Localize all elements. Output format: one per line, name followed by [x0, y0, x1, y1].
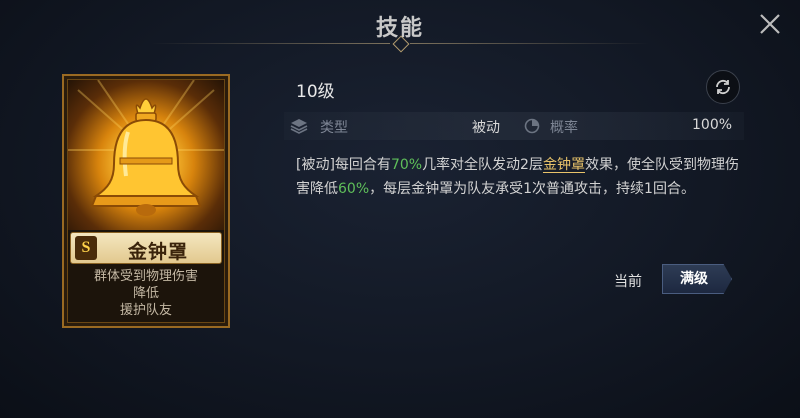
type-label: 类型 — [320, 120, 348, 136]
title-divider-left — [150, 43, 390, 44]
skill-name-plate: S 金钟罩 — [70, 232, 222, 264]
desc-highlight-chance: 70% — [390, 157, 423, 173]
current-level-tab[interactable]: 当前 — [614, 271, 642, 291]
skill-level: 10级 — [296, 82, 335, 102]
desc-text: ，每层金钟罩为队友承受1次普通攻击，持续1回合。 — [369, 181, 695, 197]
rarity-badge: S — [75, 236, 97, 260]
refresh-icon — [716, 79, 730, 95]
card-desc-line: 援护队友 — [119, 303, 172, 318]
chance-value: 100% — [692, 117, 733, 133]
card-description: 群体受到物理伤害 降低 援护队友 — [68, 268, 224, 319]
type-value: 被动 — [472, 120, 500, 136]
desc-text: [被动]每回合有 — [296, 157, 391, 173]
card-desc-line: 降低 — [132, 286, 159, 301]
title-divider-right — [410, 43, 650, 44]
chance-label: 概率 — [550, 120, 578, 136]
title-bar: 技能 — [0, 0, 800, 53]
golden-bell-icon — [68, 80, 224, 216]
page-title: 技能 — [375, 16, 424, 41]
pie-icon — [524, 118, 540, 134]
desc-highlight-reduction: 60% — [338, 181, 370, 197]
max-level-button[interactable]: 满级 — [662, 264, 732, 294]
skill-card: S 金钟罩 群体受到物理伤害 降低 援护队友 — [62, 74, 230, 328]
skill-name-link[interactable]: 金钟罩 — [543, 157, 585, 173]
close-icon — [760, 14, 780, 34]
card-desc-line: 群体受到物理伤害 — [93, 269, 198, 284]
desc-text: 几率对全队发动2层 — [422, 157, 543, 173]
layers-icon — [290, 119, 308, 134]
skill-description: [被动]每回合有70%几率对全队发动2层金钟罩效果，使全队受到物理伤害降低60%… — [296, 153, 751, 201]
skill-art — [68, 80, 224, 230]
refresh-button[interactable] — [706, 70, 740, 104]
skill-name: 金钟罩 — [127, 241, 188, 263]
stat-row: 类型 被动 概率 100% — [284, 112, 744, 140]
close-button[interactable] — [756, 10, 784, 38]
